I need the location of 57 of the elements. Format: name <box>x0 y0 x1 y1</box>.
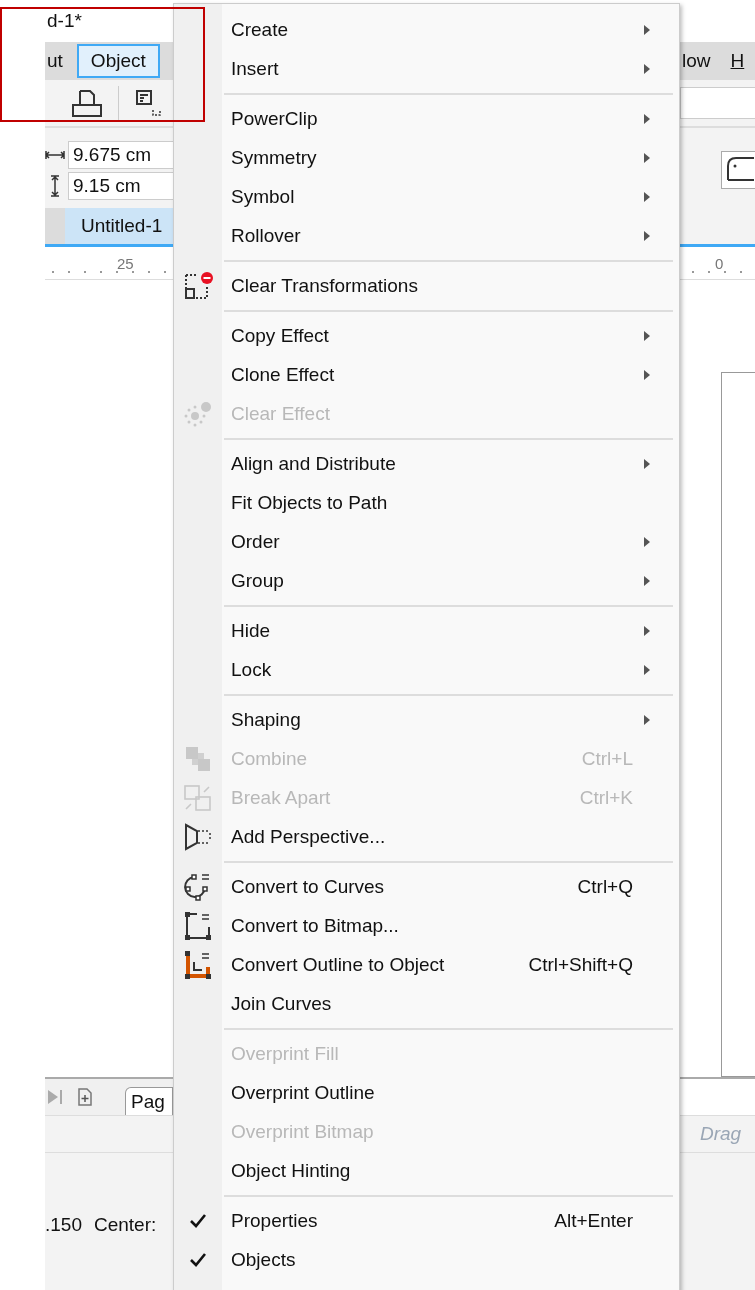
menu-item[interactable]: Hide <box>174 611 679 650</box>
menu-item[interactable]: Join Curves <box>174 984 679 1023</box>
tab-strip-background <box>45 208 65 244</box>
menu-item[interactable]: Symbol <box>174 177 679 216</box>
menu-item[interactable]: Create <box>174 10 679 49</box>
menu-item[interactable]: Lock <box>174 650 679 689</box>
shortcut-label: Alt+Enter <box>554 1209 634 1232</box>
menu-item[interactable]: Add Perspective... <box>174 817 679 856</box>
menu-item[interactable]: Symmetry <box>174 138 679 177</box>
menu-item[interactable]: Shaping <box>174 700 679 739</box>
menu-item[interactable]: Objects <box>174 1240 679 1279</box>
menu-item[interactable]: Copy Effect <box>174 316 679 355</box>
menu-item[interactable]: Align and Distribute <box>174 444 679 483</box>
menu-item[interactable]: Insert <box>174 49 679 88</box>
shortcut-label: Ctrl+Q <box>577 875 634 898</box>
width-icon <box>45 148 65 161</box>
menu-bar-item[interactable]: H <box>718 44 747 78</box>
menu-item[interactable]: Properties Alt+Enter <box>174 1201 679 1240</box>
menu-item[interactable]: Fit Objects to Path <box>174 483 679 522</box>
menu-item[interactable]: Convert to Bitmap... <box>174 906 679 945</box>
window-title: d-1* <box>46 10 82 32</box>
menu-item[interactable]: Convert to Curves Ctrl+Q <box>174 867 679 906</box>
width-field[interactable]: 9.675 cm <box>68 140 173 169</box>
rounded-corner-icon <box>726 156 754 182</box>
document-icon[interactable] <box>133 88 163 118</box>
outlined-frame-icon <box>183 949 213 980</box>
perspective-icon <box>183 821 213 852</box>
menu-item[interactable]: Order <box>174 522 679 561</box>
menu-item[interactable]: Rollover <box>174 216 679 255</box>
document-tab[interactable]: Untitled-1 <box>65 208 173 244</box>
menu-item[interactable]: Group <box>174 561 679 600</box>
printer-icon[interactable] <box>70 88 104 118</box>
page-tab[interactable]: Pag <box>125 1087 173 1115</box>
ruler-label: 0 <box>715 254 724 272</box>
ruler-label: 25 <box>117 254 134 272</box>
menu-item[interactable]: Convert Outline to Object Ctrl+Shift+Q <box>174 945 679 984</box>
shortcut-label: Ctrl+L <box>581 747 634 770</box>
status-text: .150 <box>45 1213 82 1236</box>
dotted-square-icon <box>183 270 213 301</box>
menu-bar-item[interactable]: low <box>680 44 719 78</box>
input-field[interactable] <box>680 87 755 119</box>
corner-shape-button[interactable] <box>721 151 755 189</box>
menu-bar-item[interactable]: ut <box>45 44 77 78</box>
hint-text: Drag <box>699 1123 742 1145</box>
menu-bar-item[interactable]: Object <box>76 44 160 78</box>
height-field[interactable]: 9.15 cm <box>68 171 173 200</box>
frame-corners-icon <box>183 910 213 941</box>
menu-item[interactable]: PowerClip <box>174 99 679 138</box>
menu-item[interactable]: Clone Effect <box>174 355 679 394</box>
add-page-icon[interactable] <box>75 1086 95 1108</box>
menu-item[interactable]: Overprint Outline <box>174 1073 679 1112</box>
shortcut-label: Ctrl+K <box>579 786 634 809</box>
menu-item[interactable]: Object Hinting <box>174 1151 679 1190</box>
separated-squares-icon <box>183 782 213 813</box>
shortcut-label: Ctrl+Shift+Q <box>528 953 634 976</box>
menu-item[interactable]: Clear Transformations <box>174 266 679 305</box>
status-text: Center: <box>94 1213 157 1236</box>
